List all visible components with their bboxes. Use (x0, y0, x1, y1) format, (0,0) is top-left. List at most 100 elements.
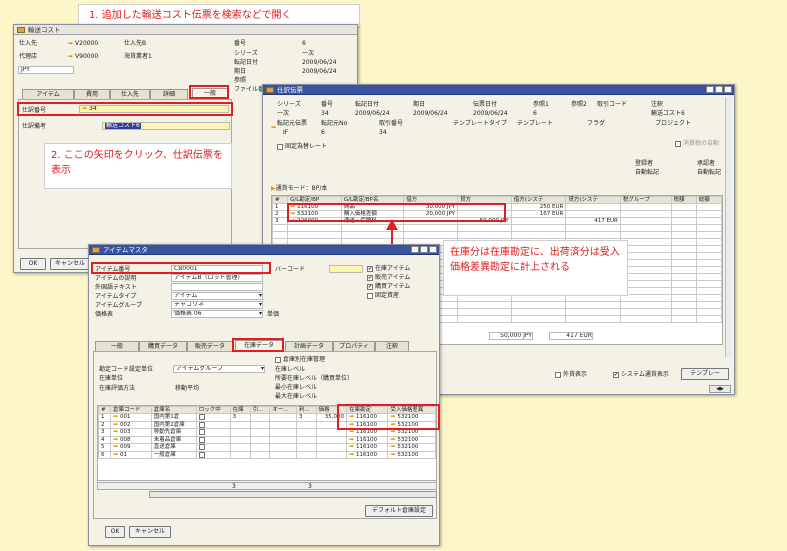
warehouse-cell[interactable] (195, 443, 231, 452)
barcode-field[interactable] (329, 265, 363, 273)
template-button[interactable]: テンプレー (681, 368, 729, 380)
warehouse-cell[interactable]: ➡ 001 (110, 413, 152, 422)
landed-cost-titlebar[interactable]: 輸送コスト (14, 25, 357, 35)
fixed-asset-checkbox[interactable]: 固定資産 (367, 292, 399, 299)
fc-display-checkbox[interactable]: 外貨表示 (555, 371, 587, 378)
ok-button[interactable]: OK (20, 258, 46, 270)
sales-item-checkbox[interactable]: ✔ 販売アイテム (367, 274, 410, 281)
tab-items[interactable]: アイテム (22, 89, 74, 99)
checkbox-icon[interactable] (198, 444, 205, 450)
warehouse-column-header[interactable]: # (98, 406, 112, 414)
link-arrow-icon[interactable]: ➡ (113, 451, 118, 458)
warehouse-row[interactable]: 5 ➡ 009 直送倉庫 ➡ 116100 ➡ 532100 (98, 443, 436, 452)
item-group-select[interactable]: チャコリネ ▾ (171, 301, 263, 309)
ok-button[interactable]: OK (105, 526, 125, 538)
warehouse-row[interactable]: 6 ➡ 01 一般倉庫 ➡ 116100 ➡ 532100 (98, 450, 436, 459)
tab-purchasing[interactable]: 購買データ (139, 341, 187, 351)
horizontal-scrollbar[interactable] (149, 491, 437, 498)
close-icon[interactable]: × (429, 246, 437, 253)
link-arrow-icon[interactable]: ➡ (390, 443, 395, 450)
warehouse-cell[interactable]: ➡ 01 (110, 450, 152, 459)
warehouse-column-header[interactable]: 利... (295, 406, 317, 414)
maximize-icon[interactable]: □ (420, 246, 428, 253)
warehouse-column-header[interactable]: オー... (269, 406, 297, 414)
warehouse-cell[interactable] (195, 428, 231, 437)
journal-column-header[interactable]: 貸方(システ (565, 196, 621, 204)
agent-code[interactable]: ➡ V90000 (68, 53, 98, 60)
item-type-select[interactable]: アイテム ▾ (171, 292, 263, 300)
journal-column-header[interactable]: 借方(システ (510, 196, 567, 204)
link-arrow-icon[interactable]: ➡ (349, 451, 354, 458)
warehouse-cell[interactable]: ➡ 116100 (345, 443, 389, 452)
purchase-item-checkbox[interactable]: ✔ 購買アイテム (367, 283, 410, 290)
warehouse-cell[interactable]: ➡ 009 (110, 443, 152, 452)
warehouse-row[interactable]: 4 ➡ 008 未着品倉庫 ➡ 116100 ➡ 532100 (98, 435, 436, 444)
warehouse-cell[interactable] (195, 450, 231, 459)
warehouse-cell[interactable]: ➡ 116100 (345, 450, 389, 459)
vertical-scrollbar[interactable] (725, 97, 731, 357)
item-master-titlebar[interactable]: アイテムマスタ _ □ × (89, 245, 439, 255)
cancel-button[interactable]: キャンセル (50, 258, 90, 270)
tab-details[interactable]: 詳細 (150, 89, 188, 99)
link-arrow-icon[interactable]: ➡ (390, 451, 395, 458)
warehouse-column-header[interactable]: 在庫 (229, 406, 251, 414)
close-icon[interactable]: × (724, 86, 732, 93)
checkbox-icon[interactable] (198, 421, 205, 428)
scroll-arrows-icon[interactable]: ◀▶ (709, 385, 731, 393)
warehouse-cell[interactable] (195, 413, 231, 422)
auto-tax-checkbox[interactable]: 消費税の自動 (675, 140, 719, 147)
source-doc-arrow-icon[interactable]: ➡ (269, 125, 279, 133)
fixed-rate-checkbox[interactable]: 固定為替レート (277, 143, 327, 150)
default-warehouse-button[interactable]: デフォルト倉庫設定 (365, 505, 433, 517)
maximize-icon[interactable]: □ (715, 86, 723, 93)
desc-field[interactable]: アイテムB（ロット管理） (171, 274, 263, 282)
link-arrow-icon[interactable]: ➡ (68, 53, 73, 60)
warehouse-cell[interactable]: ➡ 532100 (387, 450, 436, 459)
warehouse-cell[interactable] (195, 435, 231, 444)
warehouse-cell[interactable] (195, 420, 231, 429)
manage-by-warehouse-checkbox[interactable]: 倉庫別在庫管理 (275, 356, 325, 363)
cancel-button[interactable]: キャンセル (129, 526, 171, 538)
tab-properties[interactable]: プロパティ (333, 341, 375, 351)
warehouse-column-header[interactable]: ロック中 (195, 406, 231, 414)
journal-column-header[interactable]: 税額 (670, 196, 697, 204)
sys-display-checkbox[interactable]: ✔ システム通貨表示 (613, 371, 669, 378)
warehouse-column-header[interactable]: 倉庫名 (150, 406, 197, 414)
journal-titlebar[interactable]: 仕訳伝票 _ □ × (263, 85, 734, 95)
inventory-item-checkbox[interactable]: ✔ 在庫アイテム (367, 265, 410, 272)
gl-method-select[interactable]: アイテムグループ ▾ (173, 365, 265, 373)
tab-planning[interactable]: 計画データ (285, 341, 333, 351)
tab-sales[interactable]: 販売データ (187, 341, 233, 351)
minimize-icon[interactable]: _ (706, 86, 714, 93)
warehouse-cell[interactable]: ➡ 532100 (387, 443, 436, 452)
link-arrow-icon[interactable]: ➡ (68, 40, 73, 47)
warehouse-column-header[interactable]: 引... (249, 406, 271, 414)
link-arrow-icon[interactable]: ➡ (113, 436, 118, 443)
journal-column-header[interactable]: 税グループ (619, 196, 672, 204)
link-arrow-icon[interactable]: ➡ (390, 436, 395, 443)
checkbox-icon[interactable] (198, 436, 205, 443)
checkbox-icon[interactable] (198, 451, 205, 458)
minimize-icon[interactable]: _ (411, 246, 419, 253)
warehouse-cell[interactable]: ➡ 003 (110, 428, 152, 437)
tab-vendor[interactable]: 仕入先 (110, 89, 150, 99)
journal-column-header[interactable]: 総額 (695, 196, 723, 204)
link-arrow-icon[interactable]: ➡ (113, 413, 118, 420)
link-arrow-icon[interactable]: ➡ (349, 443, 354, 450)
vendor-code[interactable]: ➡ V20000 (68, 40, 98, 47)
link-arrow-icon[interactable]: ➡ (113, 428, 118, 435)
link-arrow-icon[interactable]: ➡ (349, 436, 354, 443)
checkbox-icon[interactable] (198, 414, 205, 420)
remarks-field[interactable]: 輸送コスト6 (102, 122, 230, 130)
journal-column-header[interactable]: # (271, 196, 289, 204)
link-arrow-icon[interactable]: ➡ (113, 421, 118, 428)
tab-costs[interactable]: 費用 (74, 89, 110, 99)
tab-remarks[interactable]: 注釈 (375, 341, 409, 351)
currency-field[interactable]: JPY (18, 66, 74, 74)
price-list-select[interactable]: 価格表 06 ▾ (171, 310, 263, 318)
tab-general[interactable]: 一般 (95, 341, 139, 351)
foreign-text-field[interactable] (171, 283, 263, 291)
currency-mode-label[interactable]: ▶通貨モード：BP/本 (271, 185, 327, 192)
link-arrow-icon[interactable]: ➡ (113, 443, 118, 450)
checkbox-icon[interactable] (198, 429, 205, 435)
